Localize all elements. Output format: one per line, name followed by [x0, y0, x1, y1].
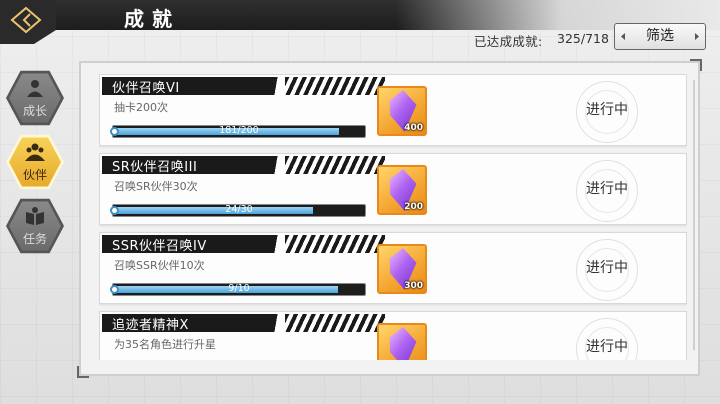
back-arrow-icon [0, 0, 56, 44]
filter-button[interactable]: 筛选 [614, 23, 706, 50]
tab-label: 伙伴 [22, 168, 47, 182]
progress-text: 9/10 [228, 283, 250, 294]
achievement-count-label: 已达成成就: [474, 34, 543, 49]
achievement-title: 伙伴召唤VI [112, 81, 180, 96]
tab-partner[interactable]: 伙伴 [6, 133, 64, 191]
reward-crystal[interactable]: 300 [377, 244, 427, 294]
progress-text: 181/200 [219, 125, 259, 136]
reward-qty: 400 [404, 123, 423, 133]
person-icon [27, 80, 43, 97]
status-label: 进行中 [586, 102, 628, 118]
reward-crystal[interactable]: 200 [377, 165, 427, 215]
progress-bar: 9/10 [110, 283, 366, 296]
group-icon [25, 143, 45, 161]
tab-mission[interactable]: 任务 [6, 197, 64, 255]
reward-qty: 200 [404, 202, 423, 212]
scrollbar[interactable] [693, 80, 695, 350]
achievement-title: SR伙伴召唤III [112, 160, 198, 175]
achievement-card[interactable]: SSR伙伴召唤IV 召唤SSR伙伴10次 9/10 300 进行中 [99, 232, 687, 304]
achievement-title: SSR伙伴召唤IV [112, 239, 207, 254]
tab-label: 成长 [22, 104, 47, 118]
achievement-card[interactable]: 追迹者精神X 为35名角色进行升星 进行中 [99, 311, 687, 360]
book-icon [26, 207, 44, 225]
achievement-desc: 抽卡200次 [114, 101, 168, 114]
achievement-desc: 召唤SSR伙伴10次 [114, 259, 205, 272]
achievement-title: 追迹者精神X [112, 318, 189, 333]
achievement-desc: 召唤SR伙伴30次 [114, 180, 198, 193]
achievement-card[interactable]: SR伙伴召唤III 召唤SR伙伴30次 24/30 200 进行中 [99, 153, 687, 225]
reward-qty: 300 [404, 281, 423, 291]
status-label: 进行中 [586, 260, 628, 276]
achievement-list[interactable]: 伙伴召唤VI 抽卡200次 181/200 400 进行中 SR伙伴召唤III … [99, 74, 687, 360]
status-label: 进行中 [586, 339, 628, 355]
crystal-icon [389, 327, 417, 360]
page-title: 成就 [124, 7, 180, 31]
tab-growth[interactable]: 成长 [6, 69, 64, 127]
progress-bar: 181/200 [110, 125, 366, 138]
back-button[interactable] [0, 0, 62, 44]
progress-bar: 24/30 [110, 204, 366, 217]
achievement-count-value: 325/718 [557, 31, 609, 46]
achievement-desc: 为35名角色进行升星 [114, 338, 216, 351]
reward-crystal[interactable] [377, 323, 427, 360]
status-label: 进行中 [586, 181, 628, 197]
tab-label: 任务 [22, 232, 47, 246]
progress-text: 24/30 [225, 204, 253, 215]
achievement-card[interactable]: 伙伴召唤VI 抽卡200次 181/200 400 进行中 [99, 74, 687, 146]
reward-crystal[interactable]: 400 [377, 86, 427, 136]
